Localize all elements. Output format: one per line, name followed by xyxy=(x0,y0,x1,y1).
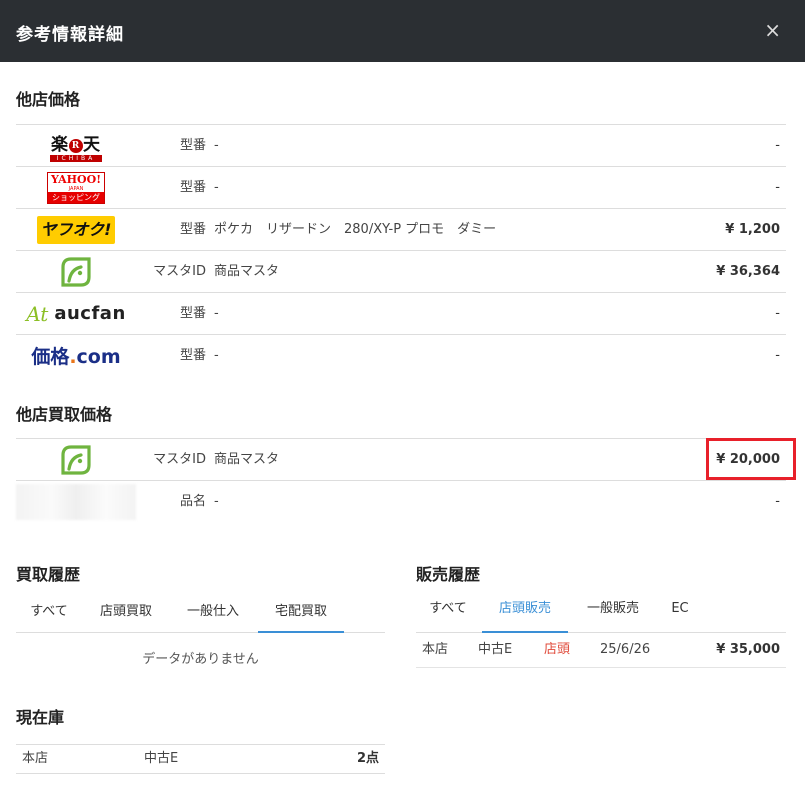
modal-header: 参考情報詳細 × xyxy=(0,0,805,62)
table-row: ヤフオク! 型番 ポケカ リザードン 280/XY-P プロモ ダミー ¥ 1,… xyxy=(16,209,786,251)
row-label: 型番 xyxy=(179,306,206,321)
table-row: 本店 中古E 店頭 25/6/26 ¥ 35,000 xyxy=(416,634,786,668)
row-value: - xyxy=(214,306,219,321)
row-label: 型番 xyxy=(179,138,206,153)
tab-ec[interactable]: EC xyxy=(658,589,702,633)
yafuoku-logo: ヤフオク! xyxy=(16,209,136,250)
aucfan-logo: At aucfan xyxy=(16,293,136,334)
row-value: 商品マスタ xyxy=(214,452,280,467)
row-value: ポケカ リザードン 280/XY-P プロモ ダミー xyxy=(214,222,497,237)
leaf-icon xyxy=(61,256,91,287)
other-prices-table: 楽R天 ICHIBA 型番 - - YAHOO! JAPAN ショッピング 型番… xyxy=(16,124,786,377)
yafuoku-logo-text: ヤフオク! xyxy=(37,215,115,244)
blurred-image xyxy=(16,483,136,520)
row-label: 型番 xyxy=(179,180,206,195)
row-value: - xyxy=(214,494,219,509)
tab-general-purchase[interactable]: 一般仕入 xyxy=(170,593,256,633)
tab-store-buy[interactable]: 店頭買取 xyxy=(84,593,168,633)
kakaku-logo-dot: . xyxy=(69,346,77,368)
sales-history-title: 販売履歴 xyxy=(416,565,481,584)
sales-channel: 店頭 xyxy=(544,642,571,657)
rakuten-logo: 楽R天 ICHIBA xyxy=(16,125,136,166)
row-price: - xyxy=(775,138,780,153)
buy-prices-table: マスタID 商品マスタ ¥ 20,000 品名 - - xyxy=(16,438,796,523)
sales-history-tabs: すべて 店頭販売 一般販売 EC xyxy=(416,589,786,633)
row-price: - xyxy=(775,348,780,363)
stock-title: 現在庫 xyxy=(16,708,65,727)
stock-qty: 2点 xyxy=(356,751,379,766)
tab-store-sales[interactable]: 店頭販売 xyxy=(482,589,568,633)
row-value: - xyxy=(214,348,219,363)
blurred-logo xyxy=(16,481,136,522)
table-row: 価格.com 型番 - - xyxy=(16,335,786,377)
table-row: マスタID 商品マスタ ¥ 36,364 xyxy=(16,251,786,293)
table-row: YAHOO! JAPAN ショッピング 型番 - - xyxy=(16,167,786,209)
tab-all[interactable]: すべて xyxy=(16,593,82,633)
table-row: 品名 - - xyxy=(16,481,786,523)
row-label: 品名 xyxy=(179,494,206,509)
leaf-logo xyxy=(16,439,136,480)
tab-all[interactable]: すべて xyxy=(416,589,480,633)
purchase-history-tabs: すべて 店頭買取 一般仕入 宅配買取 xyxy=(16,593,385,633)
modal-title: 参考情報詳細 xyxy=(16,25,124,45)
empty-message: データがありません xyxy=(142,652,259,667)
row-price: - xyxy=(775,180,780,195)
sales-grade: 中古E xyxy=(478,642,513,657)
aucfan-mark-icon: At xyxy=(26,301,49,326)
row-price: ¥ 36,364 xyxy=(716,264,780,279)
tab-delivery-buy[interactable]: 宅配買取 xyxy=(258,593,344,633)
sales-date: 25/6/26 xyxy=(600,642,651,657)
stock-store: 本店 xyxy=(22,751,49,766)
row-price: - xyxy=(775,306,780,321)
kakaku-logo-com: com xyxy=(76,346,121,368)
row-label: マスタID xyxy=(153,452,206,467)
price-highlight-box xyxy=(706,438,796,480)
row-price: - xyxy=(775,494,780,509)
rakuten-logo-text-1: 楽 xyxy=(51,134,69,155)
kakaku-logo-main: 価格 xyxy=(31,346,70,368)
row-price: ¥ 1,200 xyxy=(725,222,780,237)
other-prices-title: 他店価格 xyxy=(16,90,81,109)
row-label: 型番 xyxy=(179,348,206,363)
row-label: マスタID xyxy=(153,264,206,279)
rakuten-r-icon: R xyxy=(69,138,83,153)
stock-grade: 中古E xyxy=(144,751,179,766)
purchase-history-title: 買取履歴 xyxy=(16,565,81,584)
tab-general-sales[interactable]: 一般販売 xyxy=(570,589,656,633)
row-label: 型番 xyxy=(179,222,206,237)
row-value: - xyxy=(214,138,219,153)
kakaku-logo: 価格.com xyxy=(16,335,136,376)
sales-price: ¥ 35,000 xyxy=(716,642,780,657)
table-row: マスタID 商品マスタ ¥ 20,000 xyxy=(16,438,796,481)
yahoo-logo-shopping: ショッピング xyxy=(48,191,104,203)
rakuten-logo-sub: ICHIBA xyxy=(49,154,103,162)
sales-store: 本店 xyxy=(422,642,449,657)
yahoo-logo-text: YAHOO! xyxy=(50,172,102,186)
close-icon[interactable]: × xyxy=(764,18,781,42)
buy-prices-title: 他店買取価格 xyxy=(16,405,113,424)
yahoo-shopping-logo: YAHOO! JAPAN ショッピング xyxy=(16,167,136,208)
leaf-icon xyxy=(61,444,91,475)
row-value: - xyxy=(214,180,219,195)
row-value: 商品マスタ xyxy=(214,264,280,279)
rakuten-logo-text-2: 天 xyxy=(83,134,101,155)
table-row: 本店 中古E 2点 xyxy=(16,744,385,774)
leaf-logo xyxy=(16,251,136,292)
aucfan-logo-text: aucfan xyxy=(54,303,126,324)
table-row: At aucfan 型番 - - xyxy=(16,293,786,335)
table-row: 楽R天 ICHIBA 型番 - - xyxy=(16,125,786,167)
